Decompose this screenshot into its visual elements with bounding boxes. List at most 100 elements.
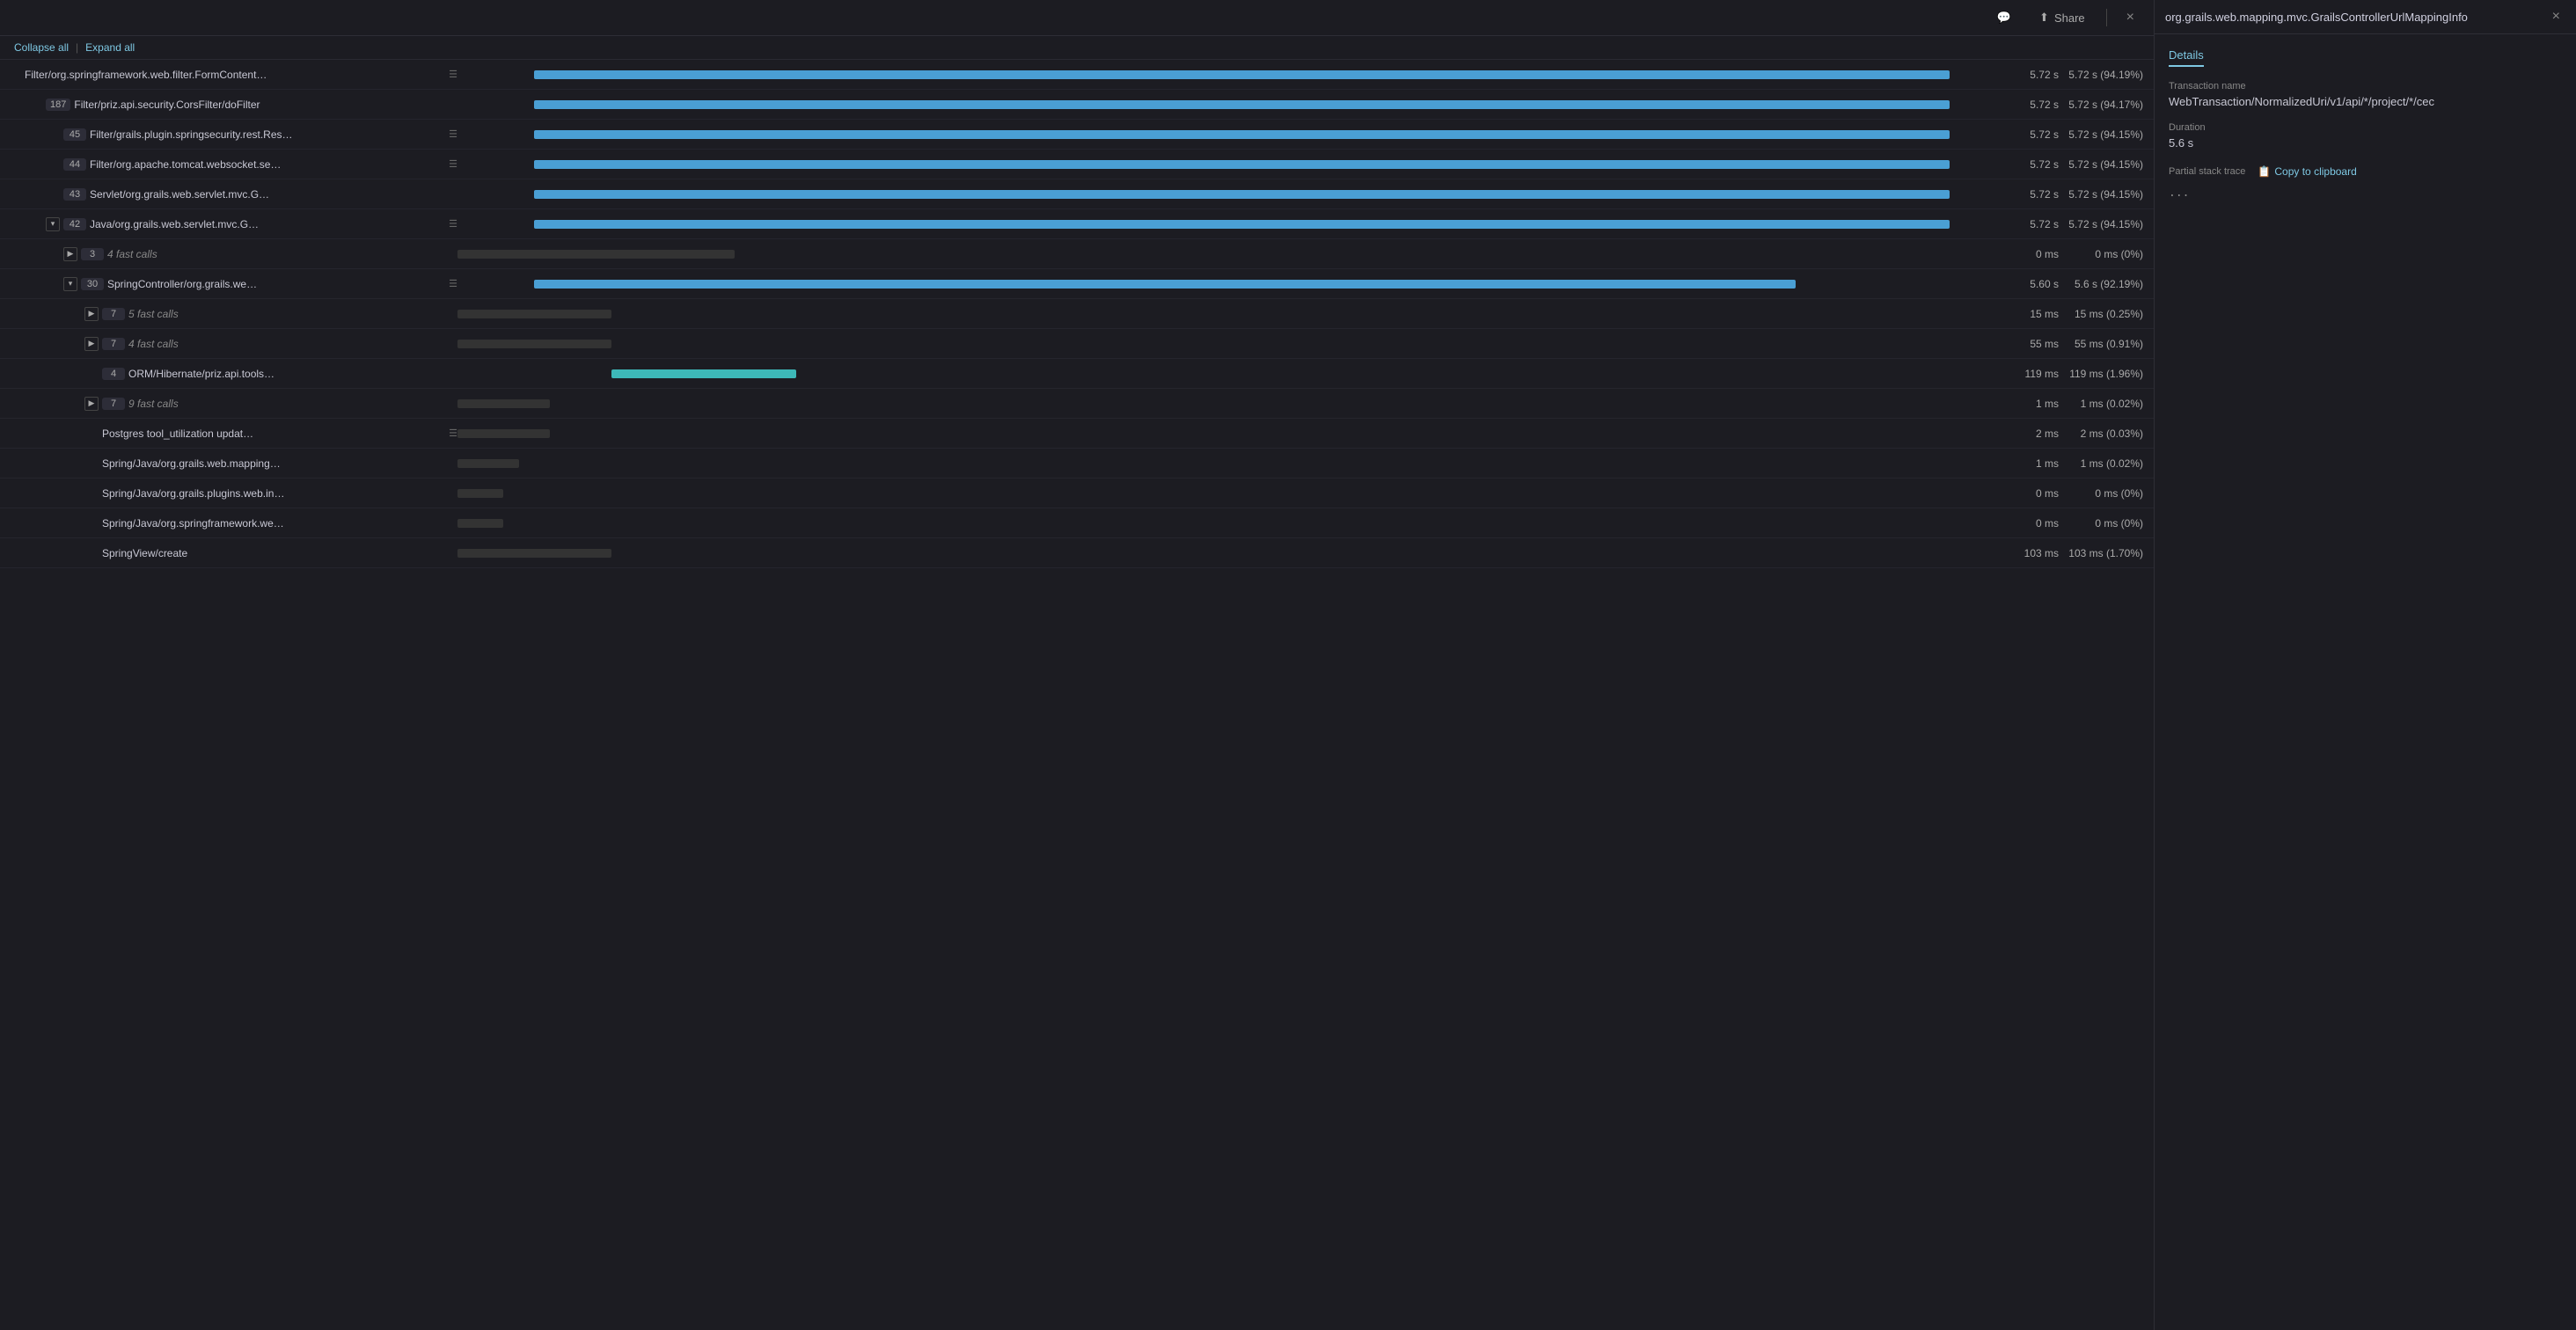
table-row[interactable]: ▾30SpringController/org.grails.we…☰5.60 …: [0, 269, 2154, 299]
trace-bar-area: [457, 359, 1995, 388]
trace-pct: 1 ms (0.02%): [2066, 457, 2154, 470]
right-panel-close-button[interactable]: ×: [2547, 7, 2565, 26]
trace-pct: 0 ms (0%): [2066, 248, 2154, 260]
trace-pct: 1 ms (0.02%): [2066, 398, 2154, 410]
trace-pct: 5.72 s (94.15%): [2066, 158, 2154, 171]
table-row[interactable]: 187 Filter/priz.api.security.CorsFilter/d…: [0, 90, 2154, 120]
transaction-name-label: Transaction name: [2169, 81, 2562, 91]
trace-bar: [611, 369, 796, 378]
expand-button[interactable]: ▶: [63, 247, 77, 261]
trace-time: 15 ms: [1995, 308, 2066, 320]
row-label: Filter/org.apache.tomcat.websocket.se…: [90, 158, 442, 171]
expand-button[interactable]: ▶: [84, 307, 99, 321]
trace-bar-area: [457, 120, 1995, 149]
expand-button[interactable]: ▶: [84, 337, 99, 351]
trace-bar-area: [457, 419, 1995, 448]
table-row[interactable]: SpringView/create103 ms103 ms (1.70%): [0, 538, 2154, 568]
trace-time: 5.72 s: [1995, 188, 2066, 201]
collapse-all-link[interactable]: Collapse all: [14, 41, 69, 54]
table-row[interactable]: 45Filter/grails.plugin.springsecurity.re…: [0, 120, 2154, 150]
row-label: Java/org.grails.web.servlet.mvc.G…: [90, 218, 442, 230]
main-close-button[interactable]: ×: [2121, 8, 2140, 27]
table-row[interactable]: Spring/Java/org.springframework.we…0 ms0…: [0, 508, 2154, 538]
trace-time: 5.72 s: [1995, 69, 2066, 81]
table-row[interactable]: ▶79 fast calls1 ms1 ms (0.02%): [0, 389, 2154, 419]
partial-stack-header: Partial stack trace 📋 Copy to clipboard: [2169, 164, 2562, 179]
collapse-button[interactable]: ▾: [63, 277, 77, 291]
trace-time: 2 ms: [1995, 428, 2066, 440]
table-row[interactable]: ▾42Java/org.grails.web.servlet.mvc.G…☰5.…: [0, 209, 2154, 239]
table-row[interactable]: ▶74 fast calls 55 ms55 ms (0.91%): [0, 329, 2154, 359]
copy-to-clipboard-label: Copy to clipboard: [2274, 165, 2356, 178]
trace-bar: [534, 70, 1949, 79]
table-row[interactable]: Spring/Java/org.grails.web.mapping…1 ms1…: [0, 449, 2154, 479]
row-label: Spring/Java/org.grails.web.mapping…: [102, 457, 457, 470]
trace-time: 0 ms: [1995, 248, 2066, 260]
table-row[interactable]: ▶34 fast calls0 ms0 ms (0%): [0, 239, 2154, 269]
trace-bar-area: [457, 479, 1995, 508]
trace-time: 1 ms: [1995, 398, 2066, 410]
trace-pct: 55 ms (0.91%): [2066, 338, 2154, 350]
right-panel-header: org.grails.web.mapping.mvc.GrailsControl…: [2155, 0, 2576, 34]
trace-bar: [534, 160, 1949, 169]
row-badge: 42: [63, 218, 86, 230]
duration-section: Duration 5.6 s: [2169, 122, 2562, 150]
trace-time: 5.72 s: [1995, 99, 2066, 111]
trace-bar-area: [457, 449, 1995, 478]
trace-bar: [457, 549, 611, 558]
table-row[interactable]: Spring/Java/org.grails.plugins.web.in…0 …: [0, 479, 2154, 508]
collapse-bar: Collapse all | Expand all: [0, 36, 2154, 60]
row-label: SpringView/create: [102, 547, 457, 559]
table-row[interactable]: ▶75 fast calls15 ms15 ms (0.25%): [0, 299, 2154, 329]
details-tab[interactable]: Details: [2169, 48, 2204, 67]
trace-time: 119 ms: [1995, 368, 2066, 380]
row-label: Servlet/org.grails.web.servlet.mvc.G…: [90, 188, 457, 201]
row-icon: ☰: [449, 69, 457, 80]
row-label: Filter/priz.api.security.CorsFilter/doFi…: [74, 99, 457, 111]
trace-bar: [534, 130, 1949, 139]
row-badge: 44: [63, 158, 86, 171]
share-icon: ⬆: [2039, 11, 2049, 25]
trace-bar-area: [457, 179, 1995, 208]
table-row[interactable]: 44 Filter/org.apache.tomcat.websocket.se……: [0, 150, 2154, 179]
trace-bar-area: [457, 269, 1995, 298]
row-label: Postgres tool_utilization updat…: [102, 428, 442, 440]
row-badge: 43: [63, 188, 86, 201]
row-icon: ☰: [449, 428, 457, 439]
expand-all-link[interactable]: Expand all: [85, 41, 135, 54]
trace-pct: 2 ms (0.03%): [2066, 428, 2154, 440]
trace-bar: [457, 429, 550, 438]
row-badge: 4: [102, 368, 125, 380]
share-button[interactable]: ⬆ Share: [2032, 7, 2092, 28]
row-label: 4 fast calls: [107, 248, 157, 260]
row-badge: 7: [102, 338, 125, 350]
trace-time: 55 ms: [1995, 338, 2066, 350]
trace-bar: [534, 190, 1949, 199]
row-label: 4 fast calls: [128, 338, 179, 350]
trace-bar-area: [457, 209, 1995, 238]
trace-pct: 5.72 s (94.19%): [2066, 69, 2154, 81]
transaction-name-value: WebTransaction/NormalizedUri/v1/api/*/pr…: [2169, 95, 2562, 108]
comment-button[interactable]: 💬: [1990, 7, 2018, 28]
table-row[interactable]: Postgres tool_utilization updat… ☰ 2 ms2 m…: [0, 419, 2154, 449]
trace-time: 0 ms: [1995, 517, 2066, 530]
trace-bar: [534, 280, 1795, 289]
table-row[interactable]: 43 Servlet/org.grails.web.servlet.mvc.G… 5…: [0, 179, 2154, 209]
trace-time: 5.72 s: [1995, 218, 2066, 230]
transaction-name-section: Transaction name WebTransaction/Normaliz…: [2169, 81, 2562, 108]
expand-button[interactable]: ▶: [84, 397, 99, 411]
table-row[interactable]: Filter/org.springframework.web.filter.Fo…: [0, 60, 2154, 90]
trace-bar-area: [457, 508, 1995, 537]
trace-bar-area: [457, 60, 1995, 89]
trace-bar-area: [457, 389, 1995, 418]
row-icon: ☰: [449, 128, 457, 140]
trace-bar-area: [457, 329, 1995, 358]
row-label: ORM/Hibernate/priz.api.tools…: [128, 368, 457, 380]
trace-pct: 5.72 s (94.17%): [2066, 99, 2154, 111]
row-badge: 187: [46, 99, 70, 111]
table-row[interactable]: 4ORM/Hibernate/priz.api.tools…119 ms119 …: [0, 359, 2154, 389]
copy-to-clipboard-button[interactable]: 📋 Copy to clipboard: [2252, 164, 2361, 179]
collapse-button[interactable]: ▾: [46, 217, 60, 231]
trace-time: 0 ms: [1995, 487, 2066, 500]
trace-bar: [534, 220, 1949, 229]
